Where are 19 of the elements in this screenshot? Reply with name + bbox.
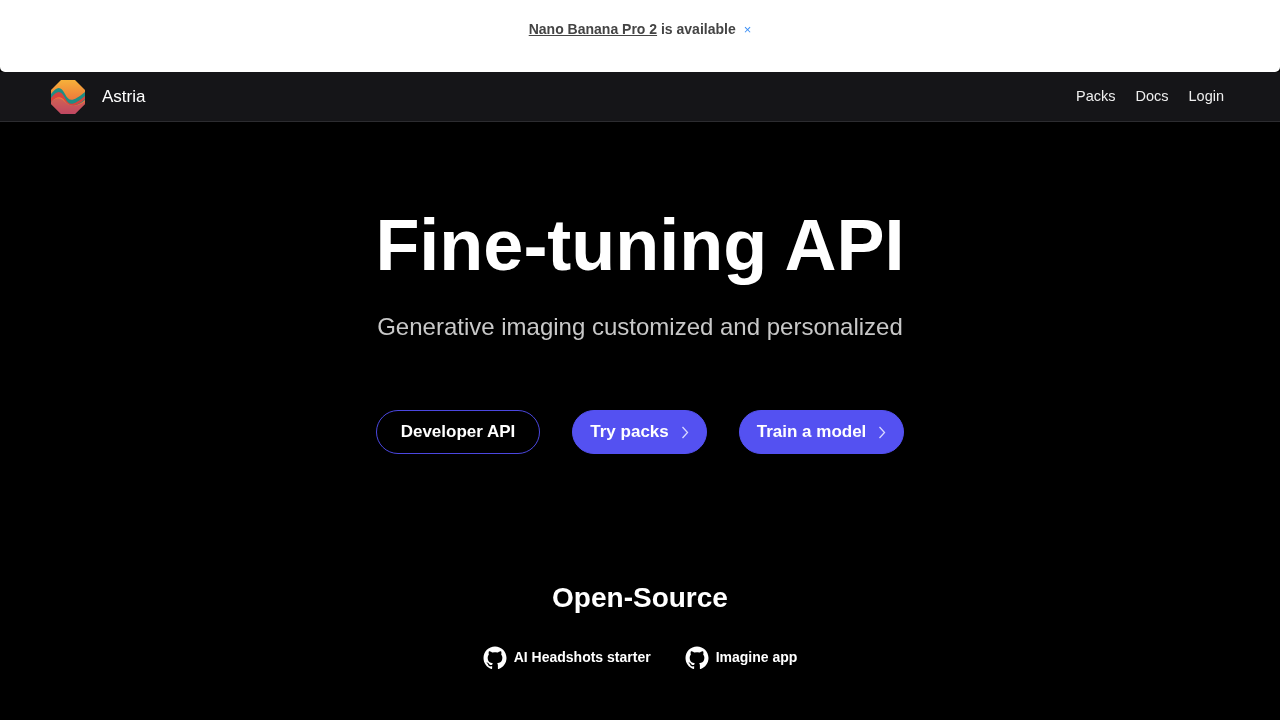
logo-icon[interactable] <box>51 79 85 114</box>
cta-button[interactable]: Try packs <box>572 410 707 455</box>
cta-button[interactable]: Developer API <box>375 410 541 455</box>
chevron-right-icon <box>878 425 887 439</box>
section-heading: Open-Source <box>551 581 729 615</box>
repo-link[interactable]: Imagine app <box>684 645 798 670</box>
announcement-link[interactable]: Nano Banana Pro 2 <box>528 21 658 37</box>
github-icon <box>482 645 507 670</box>
hero-title: Fine-tuning API <box>374 204 906 287</box>
hero-subtitle: Generative imaging customized and personalized <box>376 313 904 343</box>
github-icon <box>684 645 709 670</box>
nav-link[interactable]: Packs <box>1075 85 1116 108</box>
repo-link[interactable]: AI Headshots starter <box>482 645 651 670</box>
nav-link[interactable]: Login <box>1188 85 1224 108</box>
nav-link[interactable]: Docs <box>1135 85 1169 108</box>
chevron-right-icon <box>680 425 689 439</box>
cta-button[interactable]: Train a model <box>738 410 905 455</box>
announcement-text: Nano Banana Pro 2 is available <box>528 20 736 39</box>
brand-name[interactable]: Astria <box>102 83 146 110</box>
